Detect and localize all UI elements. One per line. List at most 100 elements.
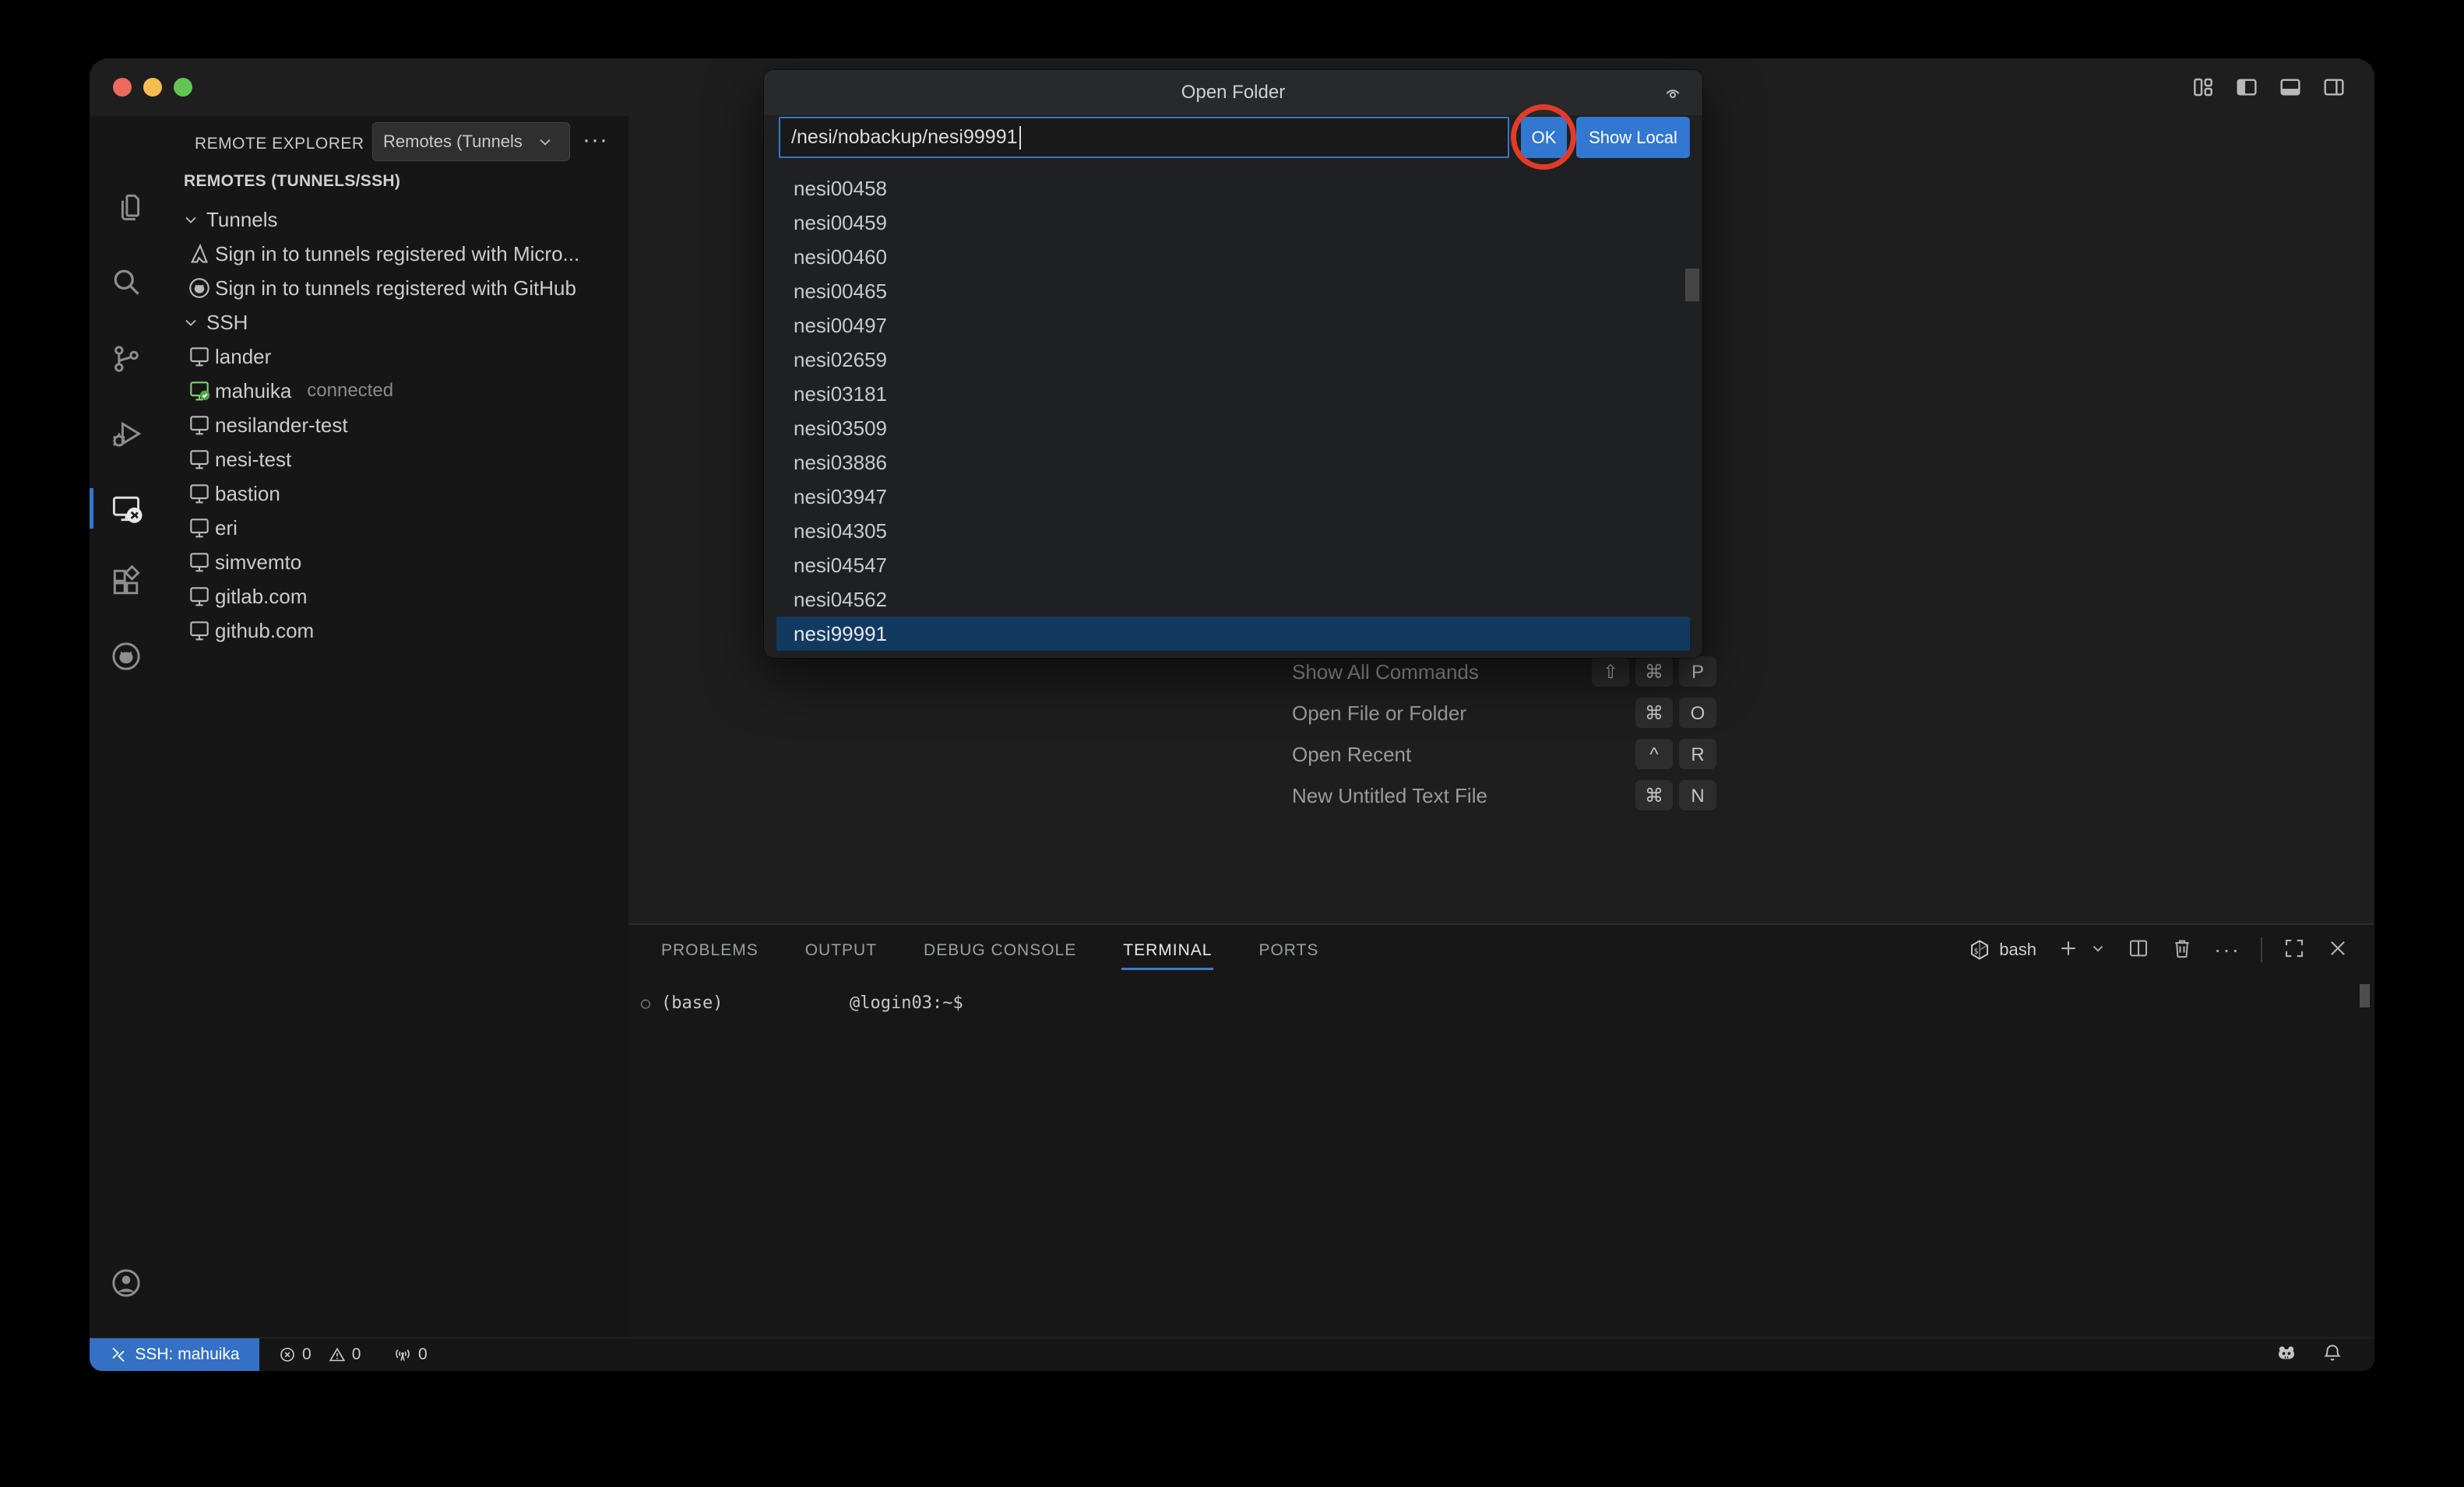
notifications-bell-icon[interactable] <box>2321 1342 2343 1368</box>
github-icon[interactable] <box>109 639 143 673</box>
tree-item-ssh-host[interactable]: github.com <box>164 613 628 648</box>
tree-item-ssh-host[interactable]: lander <box>164 339 628 374</box>
dialog-title: Open Folder <box>764 70 1702 115</box>
vm-icon <box>187 447 212 472</box>
list-item[interactable]: nesi04547 <box>764 548 1702 582</box>
keycap: ⌘ <box>1635 780 1673 813</box>
terminal-scrollbar[interactable] <box>2360 984 2370 1007</box>
remote-indicator[interactable]: SSH: mahuika <box>90 1338 259 1371</box>
terminal-shell-item[interactable]: $ bash <box>1968 938 2036 961</box>
close-window-button[interactable] <box>113 78 132 97</box>
tree-item-ssh-host[interactable]: gitlab.com <box>164 579 628 613</box>
zoom-window-button[interactable] <box>174 78 192 97</box>
folder-path-input[interactable]: /nesi/nobackup/nesi99991 <box>779 117 1509 158</box>
tab-output[interactable]: OUTPUT <box>804 930 878 970</box>
toggle-primary-sidebar-icon[interactable] <box>2234 75 2259 100</box>
list-item[interactable]: nesi00459 <box>764 206 1702 240</box>
list-item[interactable]: nesi00458 <box>764 171 1702 206</box>
list-item[interactable]: nesi00460 <box>764 240 1702 274</box>
list-item[interactable]: nesi04305 <box>764 514 1702 548</box>
shortcut-label: Open Recent <box>1292 743 1411 767</box>
maximize-panel-icon[interactable] <box>2283 937 2306 964</box>
vm-icon <box>187 413 212 438</box>
toggle-secondary-sidebar-icon[interactable] <box>2321 75 2346 100</box>
show-local-button[interactable]: Show Local <box>1576 117 1690 158</box>
account-icon[interactable] <box>109 1266 143 1300</box>
eye-icon[interactable] <box>1662 82 1684 109</box>
list-item[interactable]: nesi04562 <box>764 582 1702 617</box>
keycap: ⌘ <box>1635 656 1673 689</box>
remote-view-selector[interactable]: Remotes (Tunnels <box>372 122 570 161</box>
tab-terminal[interactable]: TERMINAL <box>1121 930 1213 970</box>
tab-ports[interactable]: PORTS <box>1257 930 1320 970</box>
tree-group-ssh[interactable]: SSH <box>164 305 628 339</box>
copilot-status-icon[interactable] <box>2275 1341 2298 1369</box>
conda-env: (base) <box>661 993 723 1013</box>
tree-item-ssh-host[interactable]: eri <box>164 511 628 545</box>
github-icon <box>187 276 212 301</box>
tree-item-signin-microsoft[interactable]: Sign in to tunnels registered with Micro… <box>164 237 628 271</box>
tree-group-tunnels[interactable]: Tunnels <box>164 202 628 237</box>
search-icon[interactable] <box>109 265 143 299</box>
keycap: N <box>1679 780 1716 813</box>
keycap: ^ <box>1635 739 1673 772</box>
vm-icon <box>187 515 212 540</box>
explorer-icon[interactable] <box>109 190 143 224</box>
more-actions-icon[interactable]: ··· <box>583 127 608 153</box>
open-folder-dialog: Open Folder /nesi/nobackup/nesi99991 OK … <box>764 70 1702 658</box>
ok-button[interactable]: OK <box>1521 117 1567 158</box>
run-and-debug-icon[interactable] <box>109 417 143 452</box>
new-terminal-icon[interactable] <box>2057 937 2080 964</box>
list-item[interactable]: nesi03947 <box>764 480 1702 514</box>
section-header[interactable]: REMOTES (TUNNELS/SSH) <box>184 172 400 191</box>
error-icon <box>278 1345 297 1364</box>
terminal-launch-chevron-icon[interactable] <box>2089 940 2107 961</box>
tab-problems[interactable]: PROBLEMS <box>660 930 760 970</box>
customize-layout-icon[interactable] <box>2191 75 2216 100</box>
bottom-panel: PROBLEMS OUTPUT DEBUG CONSOLE TERMINAL P… <box>628 923 2374 1340</box>
ports-status[interactable]: 0 <box>392 1338 428 1371</box>
tree-item-ssh-host[interactable]: nesilander-test <box>164 408 628 442</box>
tab-debug-console[interactable]: DEBUG CONSOLE <box>922 930 1078 970</box>
chevron-down-icon <box>536 132 554 151</box>
list-item[interactable]: nesi00497 <box>764 308 1702 343</box>
source-control-icon[interactable] <box>109 342 143 376</box>
list-item[interactable]: nesi03886 <box>764 445 1702 480</box>
text-cursor <box>1019 126 1021 149</box>
tree-item-ssh-host-connected[interactable]: mahuika connected <box>164 374 628 408</box>
folder-suggestion-list: nesi00458 nesi00459 nesi00460 nesi00465 … <box>764 171 1702 651</box>
sidebar-remote-explorer: REMOTE EXPLORER Remotes (Tunnels ··· REM… <box>164 116 630 1338</box>
toggle-panel-icon[interactable] <box>2278 75 2303 100</box>
remote-explorer-icon[interactable] <box>109 491 143 526</box>
close-panel-icon[interactable] <box>2326 937 2350 964</box>
dialog-scrollbar[interactable] <box>1685 269 1699 301</box>
keycap: ⇧ <box>1592 656 1629 689</box>
list-item[interactable]: nesi03181 <box>764 377 1702 411</box>
kill-terminal-icon[interactable] <box>2170 937 2194 964</box>
shortcut-label: New Untitled Text File <box>1292 784 1487 808</box>
shortcut-label: Show All Commands <box>1292 660 1479 684</box>
sidebar-title: REMOTE EXPLORER <box>195 135 364 153</box>
vm-icon <box>187 618 212 643</box>
list-item[interactable]: nesi03509 <box>764 411 1702 445</box>
tree-item-ssh-host[interactable]: bastion <box>164 476 628 511</box>
chevron-down-icon <box>181 210 200 229</box>
panel-more-actions-icon[interactable]: ··· <box>2214 937 2240 962</box>
divider <box>2261 937 2262 962</box>
split-terminal-icon[interactable] <box>2127 937 2150 964</box>
extensions-icon[interactable] <box>109 565 143 599</box>
list-item-selected[interactable]: nesi99991 <box>776 617 1690 651</box>
tree-item-ssh-host[interactable]: nesi-test <box>164 442 628 476</box>
minimize-window-button[interactable] <box>143 78 162 97</box>
terminal-content[interactable]: ○ (base) @login03:~$ <box>641 990 723 1015</box>
tree-item-ssh-host[interactable]: simvemto <box>164 545 628 579</box>
list-item[interactable]: nesi02659 <box>764 343 1702 377</box>
activity-bar <box>90 116 164 1338</box>
list-item[interactable]: nesi00465 <box>764 274 1702 308</box>
chevron-down-icon <box>181 313 200 332</box>
shortcut-label: Open File or Folder <box>1292 701 1466 726</box>
problems-status[interactable]: 0 0 <box>278 1338 361 1371</box>
remote-view-selector-value: Remotes (Tunnels <box>373 132 536 152</box>
warning-icon <box>328 1345 347 1364</box>
tree-item-signin-github[interactable]: Sign in to tunnels registered with GitHu… <box>164 271 628 305</box>
